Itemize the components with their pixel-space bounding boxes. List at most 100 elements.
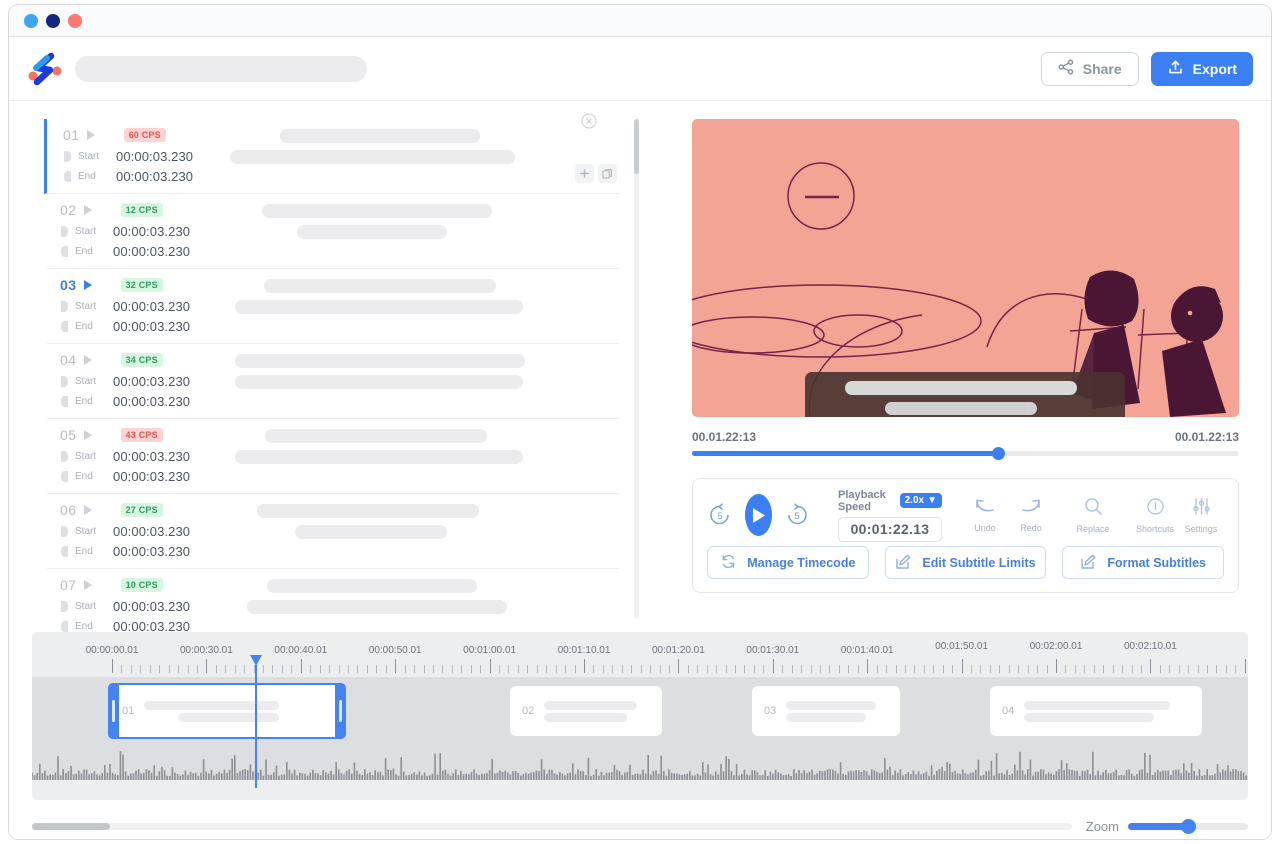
subtitle-row[interactable]: 0543 CPSStart00:00:03.230End00:00:03.230 <box>47 419 619 494</box>
subtitle-text-area[interactable] <box>227 425 619 471</box>
subtitle-text-area[interactable] <box>227 350 619 396</box>
playhead[interactable] <box>255 665 257 788</box>
timeline-bottom-bar: Zoom <box>32 813 1248 839</box>
play-subtitle-icon[interactable] <box>84 505 92 515</box>
start-time-value[interactable]: 00:00:03.230 <box>113 374 190 389</box>
subtitle-row[interactable]: 0332 CPSStart00:00:03.230End00:00:03.230 <box>47 269 619 344</box>
manage-timecode-button[interactable]: Manage Timecode <box>707 546 869 579</box>
share-button[interactable]: Share <box>1041 52 1139 86</box>
start-time-value[interactable]: 00:00:03.230 <box>113 449 190 464</box>
play-subtitle-icon[interactable] <box>84 280 92 290</box>
clip-text-placeholders <box>1024 698 1190 725</box>
timeline-scrollbar[interactable] <box>32 823 1072 830</box>
start-time-value[interactable]: 00:00:03.230 <box>113 299 190 314</box>
main-body: 0160 CPSStart00:00:03.230End00:00:03.230… <box>9 101 1271 632</box>
ruler-tick <box>376 665 377 673</box>
timeline-clip[interactable]: 01 <box>108 683 346 739</box>
start-time-value[interactable]: 00:00:03.230 <box>113 224 190 239</box>
traffic-light-3-icon[interactable] <box>68 14 82 28</box>
ruler-label: 00:00:00.01 <box>86 645 139 656</box>
subtitle-row[interactable]: 0434 CPSStart00:00:03.230End00:00:03.230 <box>47 344 619 419</box>
subtitle-text-placeholder <box>230 150 515 164</box>
play-button[interactable] <box>745 494 772 536</box>
add-subtitle-button[interactable] <box>575 164 594 183</box>
subtitle-text-placeholder <box>264 279 496 293</box>
subtitle-row-info: 0543 CPSStart00:00:03.230End00:00:03.230 <box>47 425 227 484</box>
timeline-ruler[interactable]: 00:00:00.0100:00:30.0100:00:40.0100:00:5… <box>32 632 1248 677</box>
replace-button[interactable]: Replace <box>1070 497 1116 534</box>
export-button[interactable]: Export <box>1151 52 1253 86</box>
undo-button[interactable]: Undo <box>962 497 1008 533</box>
edit-subtitle-limits-button[interactable]: Edit Subtitle Limits <box>885 546 1047 579</box>
end-time-value[interactable]: 00:00:03.230 <box>113 544 190 559</box>
subtitle-text-area[interactable] <box>227 275 619 321</box>
ruler-tick <box>348 665 349 673</box>
subtitle-text-area[interactable] <box>230 125 619 171</box>
progress-knob[interactable] <box>992 447 1005 460</box>
end-time-value[interactable]: 00:00:03.230 <box>116 169 193 184</box>
timeline-clips[interactable]: 01 02 03 04 <box>32 677 1248 747</box>
subtitle-list-scrollbar[interactable] <box>634 119 639 619</box>
play-subtitle-icon[interactable] <box>84 580 92 590</box>
format-subtitles-button[interactable]: Format Subtitles <box>1062 546 1224 579</box>
zoom-knob[interactable] <box>1181 819 1196 834</box>
project-title-input[interactable] <box>75 56 367 82</box>
subtitle-row[interactable]: 0160 CPSStart00:00:03.230End00:00:03.230 <box>44 119 619 194</box>
skip-forward-5-button[interactable]: 5 <box>784 502 810 528</box>
traffic-light-2-icon[interactable] <box>46 14 60 28</box>
start-label: Start <box>75 376 107 387</box>
end-time-value[interactable]: 00:00:03.230 <box>113 394 190 409</box>
settings-button[interactable]: Settings <box>1178 497 1224 534</box>
upload-icon <box>1167 59 1184 79</box>
subtitle-text-area[interactable] <box>227 200 619 246</box>
redo-button[interactable]: Redo <box>1008 497 1054 533</box>
shortcuts-label: Shortcuts <box>1136 524 1174 534</box>
ruler-label: 00:01:20.01 <box>652 645 705 656</box>
scrollbar-thumb[interactable] <box>634 119 639 174</box>
progress-slider[interactable] <box>692 451 1239 456</box>
end-time-value[interactable]: 00:00:03.230 <box>113 244 190 259</box>
close-icon[interactable] <box>581 113 597 129</box>
playback-speed-dropdown[interactable]: 2.0x ▼ <box>900 493 942 508</box>
traffic-light-1-icon[interactable] <box>24 14 38 28</box>
ruler-label: 00:01:10.01 <box>558 645 611 656</box>
timeline-clip[interactable]: 04 <box>990 686 1202 736</box>
playhead-handle-icon[interactable] <box>250 655 262 666</box>
end-time-value[interactable]: 00:00:03.230 <box>113 619 190 632</box>
play-subtitle-icon[interactable] <box>84 430 92 440</box>
start-time-value[interactable]: 00:00:03.230 <box>113 599 190 614</box>
ruler-label: 00:00:50.01 <box>369 645 422 656</box>
shortcuts-button[interactable]: Shortcuts <box>1132 497 1178 534</box>
video-preview[interactable] <box>692 119 1239 417</box>
clip-resize-handle-right[interactable] <box>335 683 346 739</box>
play-subtitle-icon[interactable] <box>84 205 92 215</box>
end-time-value[interactable]: 00:00:03.230 <box>113 469 190 484</box>
start-time-value[interactable]: 00:00:03.230 <box>113 524 190 539</box>
clip-resize-handle-left[interactable] <box>108 683 119 739</box>
cps-badge: 10 CPS <box>121 578 163 592</box>
subtitle-text-area[interactable] <box>227 575 619 621</box>
ruler-tick <box>216 665 217 673</box>
timeline-scrollbar-thumb[interactable] <box>32 823 110 830</box>
play-subtitle-icon[interactable] <box>84 355 92 365</box>
timeline-clip[interactable]: 03 <box>752 686 900 736</box>
ruler-tick <box>1113 665 1114 673</box>
end-time-value[interactable]: 00:00:03.230 <box>113 319 190 334</box>
subtitle-text-area[interactable] <box>227 500 619 546</box>
end-marker-icon <box>60 545 69 558</box>
timecode-input[interactable]: 00:01:22.13 <box>838 517 942 542</box>
subtitle-row[interactable]: 0627 CPSStart00:00:03.230End00:00:03.230 <box>47 494 619 569</box>
ruler-tick <box>593 665 594 673</box>
subtitle-row[interactable]: 0212 CPSStart00:00:03.230End00:00:03.230 <box>47 194 619 269</box>
zoom-slider[interactable] <box>1128 823 1248 830</box>
subtitle-row-info: 0627 CPSStart00:00:03.230End00:00:03.230 <box>47 500 227 559</box>
start-time-value[interactable]: 00:00:03.230 <box>116 149 193 164</box>
ruler-tick <box>782 665 783 673</box>
subtitle-row[interactable]: 0710 CPSStart00:00:03.230End00:00:03.230 <box>47 569 619 632</box>
timeline-clip[interactable]: 02 <box>510 686 662 736</box>
play-subtitle-icon[interactable] <box>87 130 95 140</box>
duplicate-subtitle-button[interactable] <box>598 164 617 183</box>
skip-back-5-button[interactable]: 5 <box>707 502 733 528</box>
ruler-tick <box>131 665 132 673</box>
timeline[interactable]: 00:00:00.0100:00:30.0100:00:40.0100:00:5… <box>32 632 1248 800</box>
